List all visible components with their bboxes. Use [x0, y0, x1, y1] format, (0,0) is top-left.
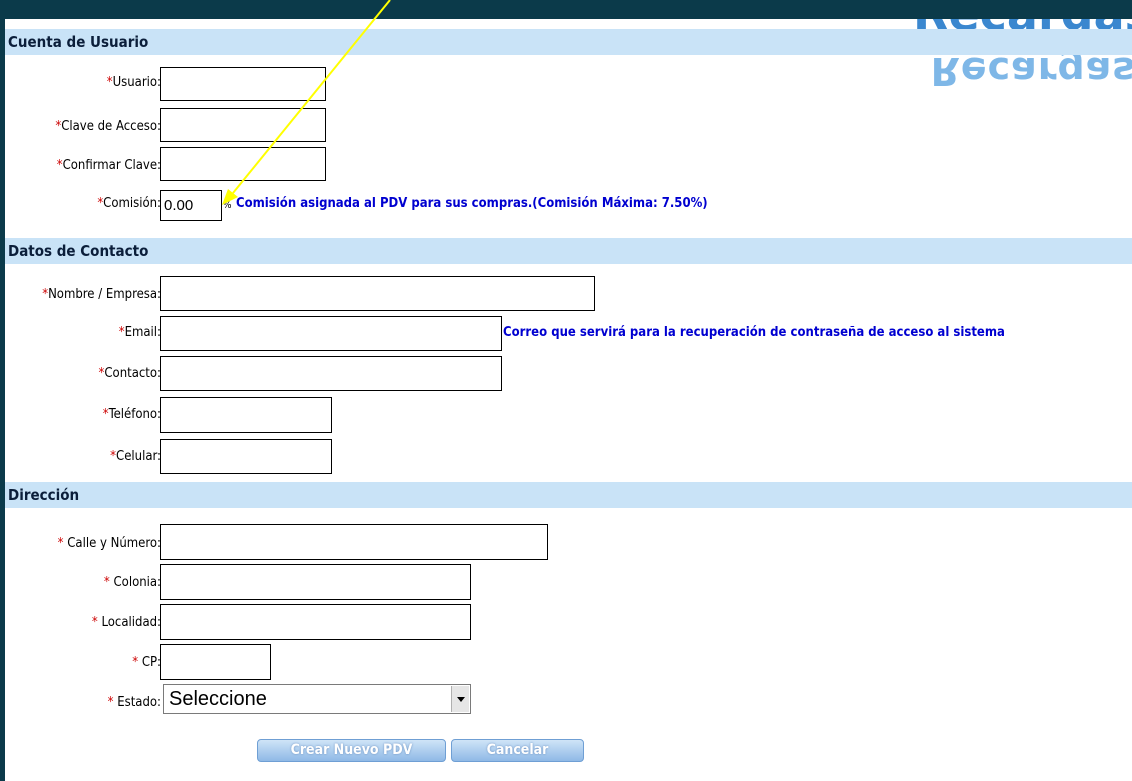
section-contact: Datos de Contacto — [5, 238, 1132, 264]
usuario-label: *Usuario: — [106, 75, 161, 90]
form-panel: Recargas Recargas Cuenta de Usuario *Usu… — [5, 19, 1132, 781]
comision-note: Comisión asignada al PDV para sus compra… — [236, 196, 708, 211]
logo-reflection: Recargas — [930, 49, 1132, 93]
celular-label: *Celular: — [110, 449, 161, 464]
comision-label: *Comisión: — [97, 196, 161, 211]
email-note: Correo que servirá para la recuperación … — [503, 325, 1005, 340]
cancel-button[interactable]: Cancelar — [451, 739, 584, 762]
colonia-input[interactable] — [160, 564, 471, 600]
comision-input[interactable] — [160, 190, 222, 221]
calle-label: * Calle y Número: — [57, 536, 161, 551]
celular-input[interactable] — [160, 439, 332, 474]
create-pdv-button[interactable]: Crear Nuevo PDV — [257, 739, 446, 762]
telefono-label: *Teléfono: — [102, 407, 161, 422]
nombre-label: *Nombre / Empresa: — [42, 287, 161, 302]
top-band — [0, 0, 1132, 19]
section-account: Cuenta de Usuario — [5, 29, 1132, 55]
email-input[interactable] — [160, 316, 502, 351]
estado-select[interactable]: Seleccione — [163, 684, 471, 714]
clave-input[interactable] — [160, 108, 326, 142]
calle-input[interactable] — [160, 524, 548, 560]
page: Recargas Recargas Cuenta de Usuario *Usu… — [0, 0, 1132, 781]
colonia-label: * Colonia: — [103, 575, 161, 590]
cp-label: * CP: — [132, 655, 161, 670]
usuario-input[interactable] — [160, 67, 326, 101]
nombre-input[interactable] — [160, 276, 595, 311]
estado-label: * Estado: — [107, 695, 161, 710]
estado-selected-value: Seleccione — [169, 688, 267, 710]
confirmar-input[interactable] — [160, 147, 326, 181]
localidad-input[interactable] — [160, 604, 471, 640]
confirmar-label: *Confirmar Clave: — [56, 158, 161, 173]
localidad-label: * Localidad: — [91, 615, 161, 630]
contacto-input[interactable] — [160, 356, 502, 391]
clave-label: *Clave de Acceso: — [55, 119, 161, 134]
chevron-down-icon[interactable] — [451, 686, 469, 712]
percent-sign: % — [223, 200, 232, 211]
cp-input[interactable] — [160, 644, 271, 680]
email-label: *Email: — [118, 325, 161, 340]
telefono-input[interactable] — [160, 397, 332, 433]
contacto-label: *Contacto: — [98, 366, 161, 381]
section-address: Dirección — [5, 482, 1132, 508]
